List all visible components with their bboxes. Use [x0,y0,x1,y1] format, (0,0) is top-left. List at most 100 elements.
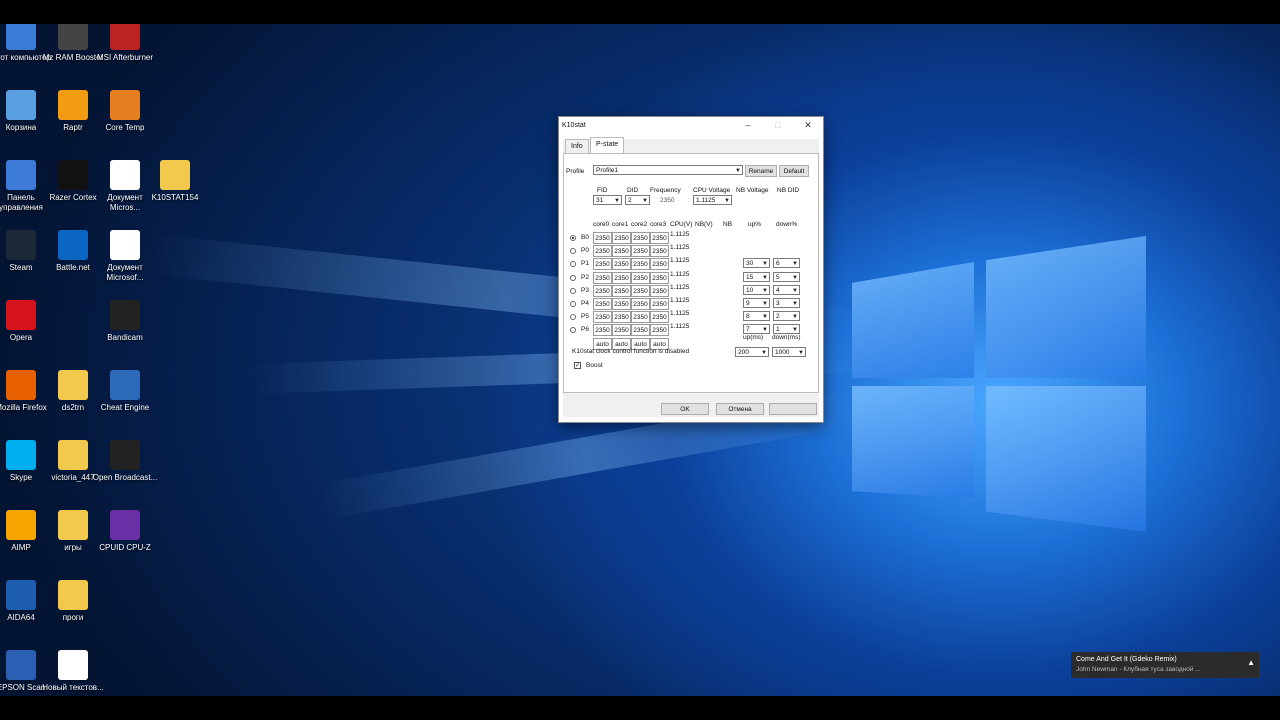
core-frequency-cell[interactable]: 2350 [631,298,650,310]
desktop-icon[interactable]: Документ Microsof... [92,230,158,283]
rename-button[interactable]: Rename [745,165,777,177]
ram-booster-icon [58,24,88,50]
aida64-icon [6,580,36,610]
text-file-icon [58,650,88,680]
desktop-icon-label: Open Broadcast... [92,473,158,482]
core-frequency-cell[interactable]: 2350 [593,245,612,258]
core-frequency-cell[interactable]: 2350 [650,245,669,258]
pstate-radio[interactable] [570,261,576,268]
desktop-icon[interactable]: CPUID CPU-Z [92,510,158,553]
pstate-radio[interactable] [570,314,576,321]
core-frequency-cell[interactable]: 2350 [650,311,669,324]
boost-checkbox[interactable]: ✓ [574,362,581,369]
down-percent-select[interactable]: 1 ▼ [773,324,800,335]
minimize-icon[interactable]: – [733,120,763,130]
core-frequency-cell[interactable]: 2350 [650,258,669,271]
core-frequency-cell[interactable]: 2350 [612,245,631,258]
desktop-icon[interactable]: Cheat Engine [92,370,158,413]
profile-select[interactable]: Profile1 ▼ [593,165,743,175]
core-frequency-cell[interactable]: 2350 [612,271,631,284]
core-frequency-cell[interactable]: 2350 [631,271,650,284]
core-frequency-cell[interactable]: 2350 [631,311,650,324]
ok-button[interactable]: OK [661,403,709,415]
pstate-radio[interactable] [570,327,576,334]
cancel-button[interactable]: Отмена [716,403,764,415]
desktop-icon[interactable]: Opera [0,300,54,343]
core-frequency-cell[interactable]: 2350 [612,258,631,271]
down-percent-select[interactable]: 5 ▼ [773,271,800,282]
tab-pstate[interactable]: P-state [590,137,625,154]
pstate-radio[interactable] [570,248,576,255]
core-frequency-cell[interactable]: 2350 [593,298,612,310]
desktop-icon[interactable]: проги [40,580,106,623]
desktop-icon[interactable]: K10STAT154 [142,160,208,203]
folder-icon [160,160,190,190]
core-frequency-cell[interactable]: 2350 [650,284,669,297]
core-frequency-cell[interactable]: 2350 [593,311,612,324]
fid-select[interactable]: 31 ▼ [593,195,622,205]
toast-title: Come And Get It (Gdeko Remix) [1076,656,1177,663]
window-client: Info P-state Profile Profile1 ▼ Rename De… [563,137,819,417]
up-ms-select[interactable]: 200 ▼ [735,347,769,357]
core-frequency-cell[interactable]: 2350 [650,298,669,310]
folder-icon [58,440,88,470]
windows-logo-pane [986,386,1146,532]
desktop-icon[interactable]: Bandicam [92,300,158,343]
did-header: DID [627,187,639,194]
default-button[interactable]: Default [779,165,809,177]
cpu-voltage-cell: 1.1125 [670,310,690,318]
pstate-radio[interactable] [570,301,576,307]
down-percent-select[interactable]: 4 ▼ [773,284,800,295]
window-titlebar[interactable]: K10stat – □ ✕ [559,117,823,133]
core-frequency-cell[interactable]: 2350 [593,324,612,337]
core-frequency-cell[interactable]: 2350 [631,284,650,297]
apply-button[interactable] [769,403,817,415]
down-percent-select[interactable]: 3 ▼ [773,298,800,308]
core-frequency-cell[interactable]: 2350 [593,232,612,244]
word-doc-icon [110,230,140,260]
core-frequency-cell[interactable]: 2350 [631,324,650,337]
core-frequency-cell[interactable]: 2350 [650,271,669,284]
core-frequency-cell[interactable]: 2350 [612,232,631,244]
core-frequency-cell[interactable]: 2350 [612,298,631,310]
grid-header: NB(V) [695,221,713,228]
up-percent-select[interactable]: 30 ▼ [743,258,770,269]
up-percent-select[interactable]: 15 ▼ [743,271,770,282]
up-percent-select[interactable]: 8 ▼ [743,311,770,322]
core-frequency-cell[interactable]: 2350 [593,271,612,284]
cpu-voltage-select[interactable]: 1.1125 ▼ [693,195,732,205]
down-percent-select[interactable]: 2 ▼ [773,311,800,322]
core-frequency-cell[interactable]: 2350 [631,232,650,244]
core-frequency-cell[interactable]: 2350 [612,284,631,297]
down-percent-select[interactable]: 6 ▼ [773,258,800,269]
core-frequency-cell[interactable]: 2350 [612,311,631,324]
desktop-icon-label: K10STAT154 [151,193,199,202]
tab-info[interactable]: Info [565,139,589,154]
media-toast[interactable]: Come And Get It (Gdeko Remix) John Newma… [1071,652,1259,678]
close-icon[interactable]: ✕ [793,120,823,131]
core-frequency-cell[interactable]: 2350 [593,284,612,297]
down-ms-select[interactable]: 1000 ▼ [772,347,806,357]
chevron-up-icon[interactable]: ▲ [1247,658,1255,667]
pstate-name: P4 [581,300,589,307]
maximize-icon[interactable]: □ [763,120,793,130]
desktop-icon[interactable]: MSI Afterburner [92,24,158,63]
core-frequency-cell[interactable]: 2350 [650,232,669,244]
core-frequency-cell[interactable]: 2350 [612,324,631,337]
pstate-radio[interactable] [570,235,576,241]
up-percent-select[interactable]: 10 ▼ [743,284,770,295]
core-frequency-cell[interactable]: 2350 [593,258,612,271]
desktop-icon[interactable]: Open Broadcast... [92,440,158,483]
core-frequency-cell[interactable]: 2350 [650,324,669,337]
desktop-icon[interactable]: Новый текстов... [40,650,106,693]
did-select[interactable]: 2 ▼ [625,195,650,205]
recycle-bin-icon [6,90,36,120]
pstate-radio[interactable] [570,287,576,294]
pstate-radio[interactable] [570,274,576,281]
core-frequency-cell[interactable]: 2350 [631,245,650,258]
desktop-icon[interactable]: Core Temp [92,90,158,133]
grid-header: up% [748,221,762,228]
core-frequency-cell[interactable]: 2350 [631,258,650,271]
up-percent-select[interactable]: 7 ▼ [743,324,770,335]
up-percent-select[interactable]: 9 ▼ [743,298,770,308]
